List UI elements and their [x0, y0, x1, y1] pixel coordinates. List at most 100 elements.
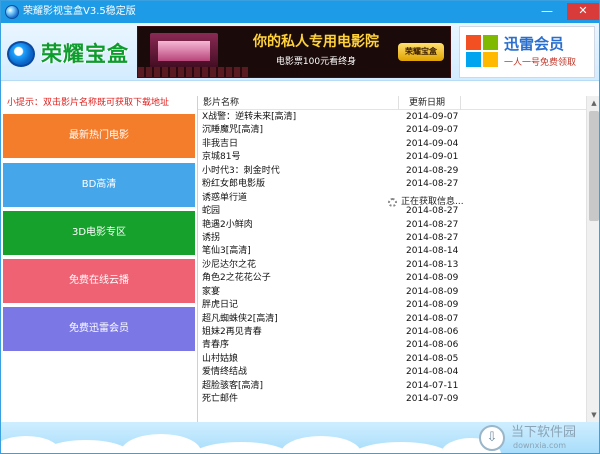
- update-date: 2014-08-04: [406, 367, 459, 378]
- update-date: 2014-08-09: [406, 300, 459, 311]
- movie-name: 沙尼达尔之花: [202, 259, 257, 270]
- movie-name: 姐妹2再见青春: [202, 327, 262, 337]
- table-row[interactable]: 粉红女郎电影版 2014-08-27: [198, 178, 586, 191]
- xunlei-ad-title: 迅雷会员: [504, 35, 565, 53]
- movie-name: X战警：逆转未来[高清]: [202, 112, 297, 122]
- update-date: 2014-08-27: [406, 219, 459, 230]
- table-row[interactable]: 沉睡魔咒[高清] 2014-09-07: [198, 124, 586, 137]
- movie-list[interactable]: 影片名称 更新日期 X战警：逆转未来[高清] 2014-09-07 沉睡魔咒[高清]…: [197, 96, 599, 422]
- table-row[interactable]: 家宴 2014-08-09: [198, 286, 586, 299]
- table-row[interactable]: 死亡邮件 2014-07-09: [198, 393, 586, 406]
- nav-3d-movies[interactable]: 3D电影专区: [3, 211, 195, 255]
- header-banner: 荣耀宝盒 你的私人专用电影院 电影票100元看终身 荣耀宝盒 迅雷会员 一人一号…: [1, 23, 599, 81]
- column-header-name[interactable]: 影片名称: [203, 97, 239, 109]
- table-row[interactable]: 超脸骇客[高清] 2014-07-11: [198, 380, 586, 393]
- column-header-date[interactable]: 更新日期: [409, 97, 445, 109]
- update-date: 2014-09-07: [406, 112, 459, 122]
- cinema-ad-subtitle: 电影票100元看终身: [275, 57, 357, 67]
- title-bar[interactable]: 荣耀影视宝盒V3.5稳定版 — ✕: [1, 1, 599, 23]
- table-row[interactable]: 沙尼达尔之花 2014-08-13: [198, 259, 586, 272]
- movie-name: 非我吉日: [202, 138, 239, 149]
- watermark-url: downxia.com: [513, 441, 567, 450]
- close-button[interactable]: ✕: [567, 3, 599, 20]
- update-date: 2014-08-13: [406, 259, 459, 270]
- loading-text: 正在获取信息...: [401, 197, 464, 207]
- cinema-screen-icon: [150, 33, 218, 71]
- update-date: 2014-09-04: [406, 138, 459, 149]
- table-row[interactable]: 蛇园 2014-08-27: [198, 205, 586, 218]
- cinema-ad-banner[interactable]: 你的私人专用电影院 电影票100元看终身 荣耀宝盒: [137, 26, 451, 78]
- movie-name: 笔仙3[高清]: [202, 246, 251, 257]
- logo-icon: [7, 41, 35, 67]
- update-date: 2014-09-01: [406, 152, 459, 163]
- scroll-up-icon[interactable]: ▲: [589, 97, 599, 109]
- app-window: 荣耀影视宝盒V3.5稳定版 — ✕ 荣耀宝盒 你的私人专用电影院 电影票100元…: [0, 0, 600, 454]
- update-date: 2014-08-27: [406, 179, 459, 190]
- tip-text: 小提示：双击影片名称既可获取下载地址: [7, 98, 170, 108]
- update-date: 2014-09-07: [406, 125, 459, 136]
- nav-free-xunlei-vip[interactable]: 免费迅雷会员: [3, 307, 195, 351]
- window-title: 荣耀影视宝盒V3.5稳定版: [23, 6, 136, 17]
- cinema-ad-badge: 荣耀宝盒: [398, 43, 444, 61]
- movie-name: 艳遇2小鲜肉: [202, 219, 253, 230]
- nav-latest-hot-movies[interactable]: 最新热门电影: [3, 114, 195, 158]
- update-date: 2014-08-09: [406, 286, 459, 297]
- update-date: 2014-08-06: [406, 340, 459, 351]
- table-row[interactable]: 非我吉日 2014-09-04: [198, 138, 586, 151]
- table-row[interactable]: 姐妹2再见青春 2014-08-06: [198, 326, 586, 339]
- movie-name: 胖虎日记: [202, 300, 239, 311]
- movie-name: 超脸骇客[高清]: [202, 380, 264, 391]
- table-row[interactable]: 角色2之花花公子 2014-08-09: [198, 272, 586, 285]
- scroll-thumb[interactable]: [589, 111, 599, 221]
- table-row[interactable]: 胖虎日记 2014-08-09: [198, 299, 586, 312]
- logo-text: 荣耀宝盒: [41, 42, 129, 66]
- scroll-down-icon[interactable]: ▼: [589, 409, 599, 421]
- movie-name: 青春序: [202, 340, 230, 351]
- table-row[interactable]: 山村姑娘 2014-08-05: [198, 353, 586, 366]
- table-row[interactable]: 青春序 2014-08-06: [198, 339, 586, 352]
- movie-name: 家宴: [202, 286, 221, 297]
- footer-clouds: ⇩ 当下软件园 downxia.com: [1, 422, 599, 453]
- app-icon: [5, 5, 19, 19]
- movie-name: 沉睡魔咒[高清]: [202, 125, 264, 136]
- vertical-scrollbar[interactable]: ▲ ▼: [586, 96, 599, 422]
- loading-spinner-icon: [388, 198, 397, 207]
- movie-name: 小时代3：刺金时代: [202, 165, 280, 176]
- movie-name: 粉红女郎电影版: [202, 179, 266, 190]
- update-date: 2014-08-07: [406, 313, 459, 324]
- table-row[interactable]: 京城81号 2014-09-01: [198, 151, 586, 164]
- movie-name: 超凡蜘蛛侠2[高清]: [202, 313, 278, 324]
- movie-name: 死亡邮件: [202, 394, 239, 405]
- table-row[interactable]: 艳遇2小鲜肉 2014-08-27: [198, 219, 586, 232]
- update-date: 2014-07-11: [406, 380, 459, 391]
- update-date: 2014-08-27: [406, 232, 459, 243]
- table-row[interactable]: 小时代3：刺金时代 2014-08-29: [198, 165, 586, 178]
- cinema-ad-title: 你的私人专用电影院: [253, 34, 379, 50]
- table-row[interactable]: 诱拐 2014-08-27: [198, 232, 586, 245]
- cinema-seats-icon: [138, 67, 248, 77]
- windows-logo-icon: [466, 35, 498, 67]
- movie-name: 蛇园: [202, 206, 221, 217]
- table-row[interactable]: X战警：逆转未来[高清] 2014-09-07: [198, 111, 586, 124]
- movie-name: 角色2之花花公子: [202, 273, 271, 284]
- list-header: 影片名称 更新日期: [198, 96, 586, 110]
- xunlei-ad-banner[interactable]: 迅雷会员 一人一号免费领取: [459, 26, 595, 78]
- movie-name: 京城81号: [202, 152, 241, 163]
- table-row[interactable]: 爱情终结战 2014-08-04: [198, 366, 586, 379]
- update-date: 2014-08-29: [406, 165, 459, 176]
- minimize-button[interactable]: —: [533, 3, 561, 20]
- update-date: 2014-07-09: [406, 394, 459, 405]
- download-arrow-icon: ⇩: [479, 425, 505, 451]
- watermark-title: 当下软件园: [511, 425, 577, 440]
- update-date: 2014-08-09: [406, 273, 459, 284]
- nav-bd-hd[interactable]: BD高清: [3, 163, 195, 207]
- sidebar: 小提示：双击影片名称既可获取下载地址 最新热门电影 BD高清 3D电影专区 免费…: [1, 87, 197, 423]
- movie-name: 爱情终结战: [202, 367, 248, 378]
- update-date: 2014-08-05: [406, 353, 459, 364]
- nav-free-cloud-play[interactable]: 免费在线云播: [3, 259, 195, 303]
- movie-name: 山村姑娘: [202, 353, 239, 364]
- list-rows: X战警：逆转未来[高清] 2014-09-07 沉睡魔咒[高清] 2014-09-07…: [198, 111, 586, 407]
- table-row[interactable]: 超凡蜘蛛侠2[高清] 2014-08-07: [198, 313, 586, 326]
- movie-name: 诱惑单行道: [202, 192, 248, 203]
- table-row[interactable]: 笔仙3[高清] 2014-08-14: [198, 245, 586, 258]
